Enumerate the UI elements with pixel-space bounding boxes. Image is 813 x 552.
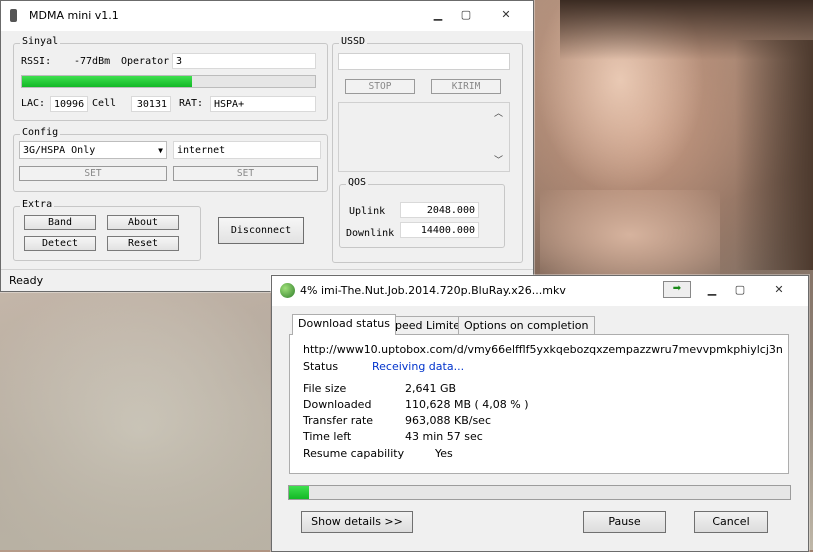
status-label: Status — [303, 360, 339, 373]
set-apn-button[interactable]: SET — [173, 166, 318, 181]
ussd-label: USSD — [339, 36, 368, 47]
mdma-window: MDMA mini v1.1 ▁ ▢ ✕ Sinyal RSSI: -77dBm… — [0, 0, 534, 292]
download-close-icon[interactable]: ✕ — [766, 280, 792, 300]
operator-field: 3 — [172, 53, 316, 69]
wallpaper-hair-side — [735, 40, 813, 270]
show-details-button[interactable]: Show details >> — [301, 511, 413, 533]
sinyal-label: Sinyal — [20, 36, 61, 47]
modem-icon — [10, 9, 17, 22]
cell-field: 30131 — [131, 96, 171, 112]
reset-button[interactable]: Reset — [107, 236, 179, 251]
resume-label: Resume capability — [303, 447, 405, 460]
status-text: Ready — [9, 274, 44, 287]
download-maximize-icon[interactable]: ▢ — [727, 280, 753, 300]
time-left-value: 43 min 57 sec — [405, 430, 483, 443]
lac-field: 10996 — [50, 96, 88, 112]
download-window: 4% imi-The.Nut.Job.2014.720p.BluRay.x26.… — [271, 275, 809, 552]
mode-select-value: 3G/HSPA Only — [23, 145, 96, 156]
operator-label: Operator — [121, 56, 170, 67]
rssi-label: RSSI: — [21, 56, 52, 67]
set-mode-button[interactable]: SET — [19, 166, 167, 181]
wallpaper-neck — [540, 190, 720, 280]
about-button[interactable]: About — [107, 215, 179, 230]
downloaded-value: 110,628 MB ( 4,08 % ) — [405, 398, 529, 411]
idm-globe-icon — [280, 283, 295, 298]
minimize-icon[interactable]: ▁ — [425, 5, 451, 25]
download-url: http://www10.uptobox.com/d/vmy66elfflf5y… — [303, 343, 783, 356]
rssi-value: -77dBm — [74, 56, 111, 67]
kirim-button[interactable]: KIRIM — [431, 79, 501, 94]
transfer-rate-label: Transfer rate — [303, 414, 374, 427]
uplink-field: 2048.000 — [400, 202, 479, 218]
hide-to-tray-icon[interactable]: ➡ — [663, 281, 691, 298]
time-left-label: Time left — [303, 430, 352, 443]
detect-button[interactable]: Detect — [24, 236, 96, 251]
wallpaper-shirt — [0, 290, 270, 550]
cancel-button[interactable]: Cancel — [694, 511, 768, 533]
disconnect-button[interactable]: Disconnect — [218, 217, 304, 244]
band-button[interactable]: Band — [24, 215, 96, 230]
close-icon[interactable]: ✕ — [493, 5, 519, 25]
downlink-field: 14400.000 — [400, 222, 479, 238]
download-titlebar[interactable]: 4% imi-The.Nut.Job.2014.720p.BluRay.x26.… — [272, 276, 808, 306]
uplink-label: Uplink — [349, 206, 386, 217]
rat-label: RAT: — [179, 98, 204, 109]
statusbar-divider — [1, 269, 533, 270]
scroll-up-icon[interactable]: ︿ — [494, 106, 503, 119]
status-value: Receiving data... — [372, 360, 465, 373]
file-size-label: File size — [303, 382, 347, 395]
lac-label: LAC: — [21, 98, 46, 109]
qos-label: QOS — [346, 177, 369, 188]
cell-label: Cell — [92, 98, 117, 109]
signal-progress-fill — [22, 76, 192, 87]
transfer-rate-value: 963,088 KB/sec — [405, 414, 491, 427]
file-size-value: 2,641 GB — [405, 382, 457, 395]
resume-value: Yes — [435, 447, 453, 460]
ussd-response-area[interactable]: ︿ ﹀ — [338, 102, 510, 172]
downlink-label: Downlink — [346, 228, 395, 239]
tab-download-status[interactable]: Download status — [292, 314, 396, 335]
downloaded-label: Downloaded — [303, 398, 372, 411]
download-minimize-icon[interactable]: ▁ — [699, 280, 725, 300]
mdma-title: MDMA mini v1.1 — [29, 9, 119, 22]
mdma-titlebar[interactable]: MDMA mini v1.1 ▁ ▢ ✕ — [1, 1, 533, 31]
download-title: 4% imi-The.Nut.Job.2014.720p.BluRay.x26.… — [300, 284, 566, 297]
chevron-down-icon: ▼ — [158, 146, 163, 155]
stop-button[interactable]: STOP — [345, 79, 415, 94]
mode-select[interactable]: 3G/HSPA Only ▼ — [19, 141, 167, 159]
download-progress-fill — [289, 486, 310, 499]
ussd-input[interactable] — [338, 53, 510, 70]
pause-button[interactable]: Pause — [583, 511, 666, 533]
config-label: Config — [20, 127, 61, 138]
download-progress — [288, 485, 791, 500]
apn-input[interactable]: internet — [173, 141, 321, 159]
extra-label: Extra — [20, 199, 55, 210]
maximize-icon[interactable]: ▢ — [453, 5, 479, 25]
scroll-down-icon[interactable]: ﹀ — [494, 153, 503, 166]
tab-options-on-completion[interactable]: Options on completion — [458, 316, 595, 334]
signal-progress — [21, 75, 316, 88]
rat-field: HSPA+ — [210, 96, 316, 112]
